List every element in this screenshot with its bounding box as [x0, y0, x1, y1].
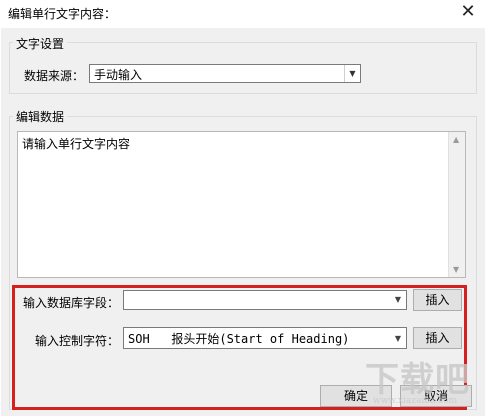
db-field-select[interactable]: ▼	[123, 290, 407, 310]
scroll-up-icon[interactable]: ▲	[453, 135, 459, 144]
watermark-url: www.xiazaiba.com	[373, 396, 458, 406]
content-textarea[interactable]: 请输入单行文字内容 ▲ ▼	[17, 131, 466, 278]
control-char-value: SOH 报头开始(Start of Heading)	[128, 332, 350, 346]
text-settings-title: 文字设置	[13, 35, 68, 52]
window-title: 编辑单行文字内容：	[8, 7, 117, 21]
content-text: 请输入单行文字内容	[22, 137, 131, 151]
db-field-label: 输入数据库字段：	[23, 296, 120, 310]
data-source-label: 数据来源：	[24, 69, 85, 83]
chevron-down-icon[interactable]: ▼	[390, 330, 406, 347]
data-source-select[interactable]: 手动输入 ▼	[89, 64, 361, 83]
textarea-scrollbar[interactable]: ▲ ▼	[448, 132, 465, 277]
data-source-value: 手动输入	[94, 68, 143, 82]
control-char-label: 输入控制字符：	[35, 334, 120, 348]
edit-data-title: 编辑数据	[13, 108, 68, 125]
chevron-down-icon[interactable]: ▼	[344, 65, 360, 82]
insert-control-char-button[interactable]: 插入	[413, 327, 462, 349]
title-bar: 编辑单行文字内容： ✕	[0, 0, 486, 28]
control-char-select[interactable]: SOH 报头开始(Start of Heading) ▼	[123, 327, 407, 349]
close-icon[interactable]: ✕	[458, 2, 478, 22]
chevron-down-icon[interactable]: ▼	[390, 291, 406, 308]
scroll-down-icon[interactable]: ▼	[453, 265, 459, 274]
insert-db-field-button[interactable]: 插入	[413, 289, 462, 311]
watermark-logo: 下载吧 www.xiazaiba.com	[365, 352, 483, 412]
watermark-text: 下载吧	[365, 360, 470, 400]
